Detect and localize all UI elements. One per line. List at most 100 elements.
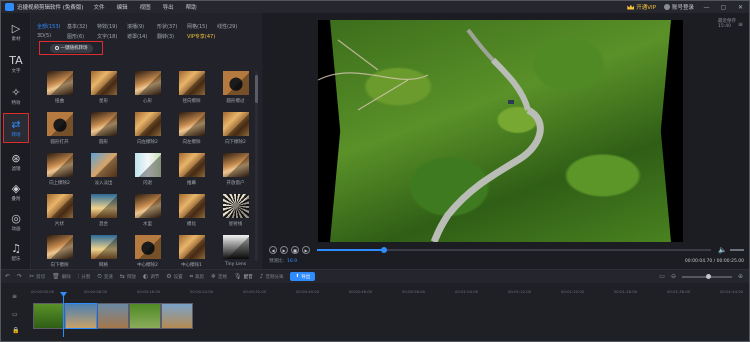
transition-item[interactable]: 闪退 <box>131 153 164 186</box>
transition-item[interactable]: 水里 <box>131 194 164 227</box>
sidebar-item-overlay[interactable]: ◈ 叠附 <box>3 177 29 207</box>
transition-item[interactable]: 扭曲 <box>43 71 76 104</box>
timeline-clip[interactable] <box>97 303 129 329</box>
volume-slider[interactable] <box>730 249 744 251</box>
video-preview[interactable] <box>318 20 683 242</box>
login-button[interactable]: 账号登录 <box>663 3 694 11</box>
transition-item[interactable]: 星形 <box>87 71 120 104</box>
tab-basic[interactable]: 基本(32) <box>67 23 97 30</box>
sidebar-item-filter[interactable]: ⊛ 滤镜 <box>3 147 29 177</box>
menu-view[interactable]: 视图 <box>140 3 151 11</box>
transition-item[interactable]: 推幕 <box>175 153 208 186</box>
menu-edit[interactable]: 编辑 <box>117 3 128 11</box>
stop-button[interactable]: ■ <box>291 246 299 254</box>
vip-button[interactable]: 开通VIP <box>627 3 656 11</box>
timeline-clip[interactable] <box>33 303 65 329</box>
tab-text[interactable]: 文字(18) <box>97 33 127 40</box>
sidebar-item-media[interactable]: ▷ 素材 <box>3 17 29 47</box>
timeline-zoom-slider[interactable] <box>681 273 732 279</box>
tab-scroll[interactable]: 滚播(9) <box>127 23 157 30</box>
ratio-value[interactable]: 16:9 <box>287 259 297 264</box>
playhead[interactable] <box>63 295 64 337</box>
transition-item[interactable]: 模化 <box>175 194 208 227</box>
timeline-clip[interactable] <box>129 303 161 329</box>
timeline-clip[interactable] <box>161 303 193 329</box>
sidebar-item-music[interactable]: ♫ 配乐 <box>3 237 29 267</box>
tab-grid[interactable]: 网格(15) <box>187 23 217 30</box>
transition-item[interactable]: 混合 <box>87 194 120 227</box>
export-button[interactable]: ⬆ 导出 <box>290 272 316 281</box>
redo-button[interactable]: ↷ <box>17 273 22 280</box>
transition-item[interactable]: 向下擦除2 <box>219 112 252 145</box>
tab-mask[interactable]: 遮罩(14) <box>127 33 157 40</box>
transition-item[interactable]: 星射线 <box>219 194 252 227</box>
transition-item[interactable]: 向左擦除2 <box>131 112 164 145</box>
freeze-button[interactable]: ❄ 定格 <box>211 273 227 280</box>
transition-item[interactable]: 向左擦除 <box>175 112 208 145</box>
transition-item[interactable]: 向上擦除2 <box>43 153 76 186</box>
dubbing-button[interactable]: 🎙 配音 <box>234 273 253 280</box>
settings-button[interactable]: ⚙ 设置 <box>166 273 182 280</box>
transition-item[interactable]: 中心擦除2 <box>131 235 164 268</box>
transition-item[interactable]: Tiny Lens <box>219 235 252 268</box>
sidebar-item-effects[interactable]: ✧ 特效 <box>3 81 29 111</box>
transition-item[interactable]: 中心擦除1 <box>175 235 208 268</box>
panel-scrollbar[interactable] <box>255 71 258 261</box>
random-transition-button[interactable]: 一键随机转场 <box>49 43 93 53</box>
adjust-button[interactable]: ◐ 调节 <box>143 273 159 280</box>
transition-item[interactable]: 圆形擦过 <box>219 71 252 104</box>
tab-all[interactable]: 全部(153) <box>37 23 67 30</box>
audio-separate-button[interactable]: ♪ 音频分离 <box>260 273 284 280</box>
tab-vip[interactable]: VIP专享(47) <box>187 33 217 40</box>
zoom-knob[interactable] <box>705 273 711 279</box>
tab-3d[interactable]: 3D(5) <box>37 33 67 39</box>
split-button[interactable]: ⫶ 分割 <box>78 273 91 281</box>
transition-item[interactable]: 淡入淡出 <box>87 153 120 186</box>
delete-button[interactable]: 🗑 删除 <box>52 273 71 280</box>
tab-flip[interactable]: 翻转(3) <box>157 33 187 40</box>
tab-shape[interactable]: 形状(37) <box>157 23 187 30</box>
close-button[interactable]: ✕ <box>736 4 745 11</box>
zoom-out-button[interactable]: ⊖ <box>671 273 676 280</box>
undo-button[interactable]: ↶ <box>5 273 10 280</box>
transition-item[interactable]: 开放窗户 <box>219 153 252 186</box>
transition-item[interactable]: 径向擦除 <box>175 71 208 104</box>
menu-help[interactable]: 帮助 <box>186 3 197 11</box>
tab-special[interactable]: 特效(19) <box>97 23 127 30</box>
volume-icon[interactable]: 🔈 <box>718 246 727 254</box>
track-menu-icon[interactable]: ≡ <box>12 293 17 300</box>
sidebar-item-animation[interactable]: ◎ 动画 <box>3 207 29 237</box>
playback-progress[interactable] <box>317 247 712 253</box>
progress-knob[interactable] <box>381 247 388 253</box>
transition-item[interactable]: 片状 <box>43 194 76 227</box>
zoom-in-button[interactable]: ⊕ <box>738 273 743 280</box>
tab-graphic[interactable]: 图形(6) <box>67 33 97 40</box>
reverse-button[interactable]: ⇆ 倒放 <box>120 273 136 280</box>
time-ruler[interactable]: 00:00:00.00 00:00:08.00 00:00:16.00 00:00:2… <box>31 289 749 299</box>
sidebar-item-text[interactable]: TA 文字 <box>3 49 29 79</box>
next-frame-button[interactable]: ▶ <box>302 246 310 254</box>
cut-button[interactable]: ✂ 剪切 <box>29 273 45 280</box>
menu-file[interactable]: 文件 <box>94 3 105 11</box>
previous-frame-button[interactable]: ◀ <box>269 246 277 254</box>
transition-item[interactable]: 圆形打开 <box>43 112 76 145</box>
menu-export[interactable]: 导出 <box>163 3 174 11</box>
transition-item[interactable]: 向下擦除 <box>43 235 76 268</box>
tab-linear[interactable]: 线性(29) <box>217 23 247 30</box>
maximize-button[interactable]: ▢ <box>719 4 728 11</box>
transition-label: 向下擦除2 <box>225 140 246 145</box>
transition-item[interactable]: 圆形 <box>87 112 120 145</box>
sidebar-item-transition[interactable]: ⇄ 转场 <box>3 113 29 143</box>
transition-item[interactable]: 网格 <box>87 235 120 268</box>
transition-item[interactable]: 心形 <box>131 71 164 104</box>
fit-view-button[interactable]: ▭ <box>659 273 665 280</box>
minimize-button[interactable]: — <box>702 4 711 11</box>
speed-button[interactable]: ⏲ 变速 <box>97 273 113 281</box>
crop-button[interactable]: ⌗ 裁剪 <box>190 273 204 281</box>
timeline-clip[interactable] <box>65 303 97 329</box>
timeline[interactable]: 00:00:00.00 00:00:08.00 00:00:16.00 00:00:2… <box>1 283 749 341</box>
lock-icon[interactable]: 🔒 <box>12 327 19 334</box>
play-button[interactable]: ▶ <box>280 246 288 254</box>
scroll-thumb[interactable] <box>255 75 258 103</box>
menu-icon[interactable]: ≡ <box>738 21 743 28</box>
